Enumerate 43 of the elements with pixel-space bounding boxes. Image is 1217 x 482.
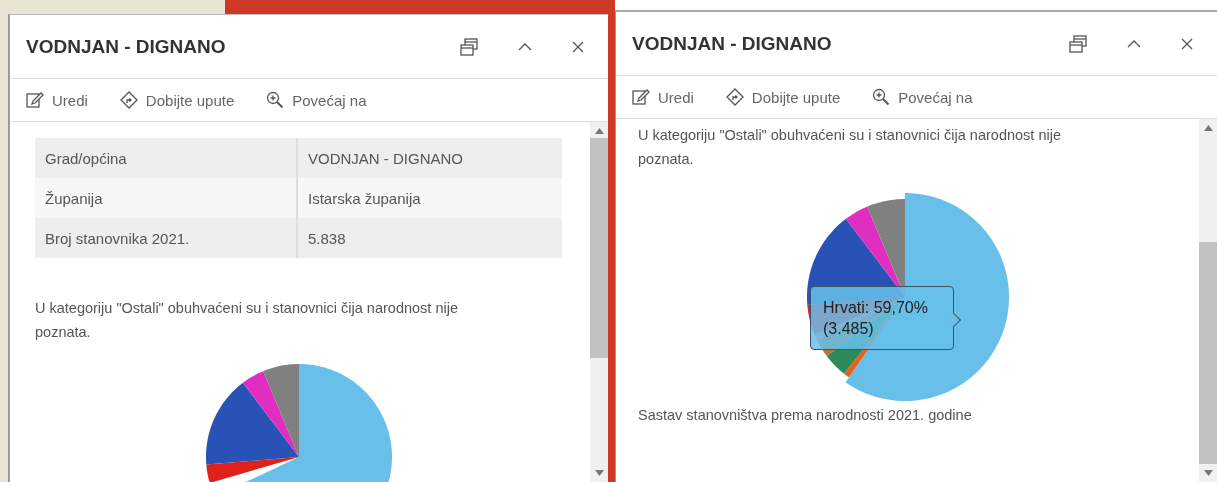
directions-button[interactable]: Dobijte upute	[719, 84, 847, 110]
scroll-up-arrow-icon[interactable]	[594, 128, 604, 134]
scroll-down-arrow-icon[interactable]	[1203, 470, 1213, 476]
zoom-to-button[interactable]: Povećaj na	[260, 87, 373, 113]
tooltip-text: (3.485)	[823, 319, 875, 339]
scrollbar[interactable]	[590, 122, 608, 482]
tooltip-text: Hrvati: 59,70%	[823, 298, 929, 318]
table-cell: Broj stanovnika 2021.	[35, 218, 298, 258]
scroll-down-arrow-icon[interactable]	[594, 470, 604, 476]
pie-slice[interactable]	[242, 371, 299, 457]
note-text: U kategoriju "Ostali" obuhvaćeni su i stanovnici čija narodnost nije poznata.	[638, 126, 1062, 169]
scrollbar[interactable]	[1199, 119, 1217, 482]
edit-button[interactable]: Uredi	[626, 84, 700, 110]
scroll-up-arrow-icon[interactable]	[1203, 125, 1213, 131]
popup-title: VODNJAN - DIGNANO	[26, 35, 227, 58]
popup-title: VODNJAN - DIGNANO	[632, 32, 833, 55]
zoom-in-icon	[266, 91, 285, 109]
collapse-chevron-icon[interactable]	[1127, 39, 1141, 48]
chart-caption: Sastav stanovništva prema narodnosti 2021. godine	[638, 407, 973, 423]
edit-button[interactable]: Uredi	[20, 87, 94, 113]
pie-slice[interactable]	[245, 364, 392, 482]
directions-button[interactable]: Dobijte upute	[113, 87, 241, 113]
close-icon[interactable]	[1181, 37, 1193, 50]
dock-windows-icon[interactable]	[1069, 34, 1087, 53]
table-cell: Županija	[35, 178, 298, 218]
pencil-edit-icon	[26, 91, 44, 109]
pencil-edit-icon	[632, 88, 650, 106]
table-cell-text: 5.838	[307, 228, 347, 249]
close-icon[interactable]	[572, 40, 584, 53]
scrollbar-thumb[interactable]	[590, 138, 608, 358]
pie-slice[interactable]	[205, 457, 299, 482]
directions-icon	[725, 88, 744, 106]
pie-slice[interactable]	[205, 382, 299, 465]
dock-windows-icon[interactable]	[460, 37, 478, 56]
scrollbar-thumb[interactable]	[1199, 242, 1217, 464]
zoom-to-button[interactable]: Povećaj na	[866, 84, 979, 110]
table-cell-text: Istarska županija	[307, 188, 422, 209]
note-text: U kategoriju "Ostali" obuhvaćeni su i stanovnici čija narodnost nije poznata.	[35, 299, 459, 342]
table-cell-text: VODNJAN - DIGNANO	[307, 148, 464, 169]
collapse-chevron-icon[interactable]	[518, 42, 532, 51]
pie-slice[interactable]	[262, 364, 299, 457]
zoom-in-icon	[872, 88, 891, 106]
directions-icon	[119, 91, 138, 109]
